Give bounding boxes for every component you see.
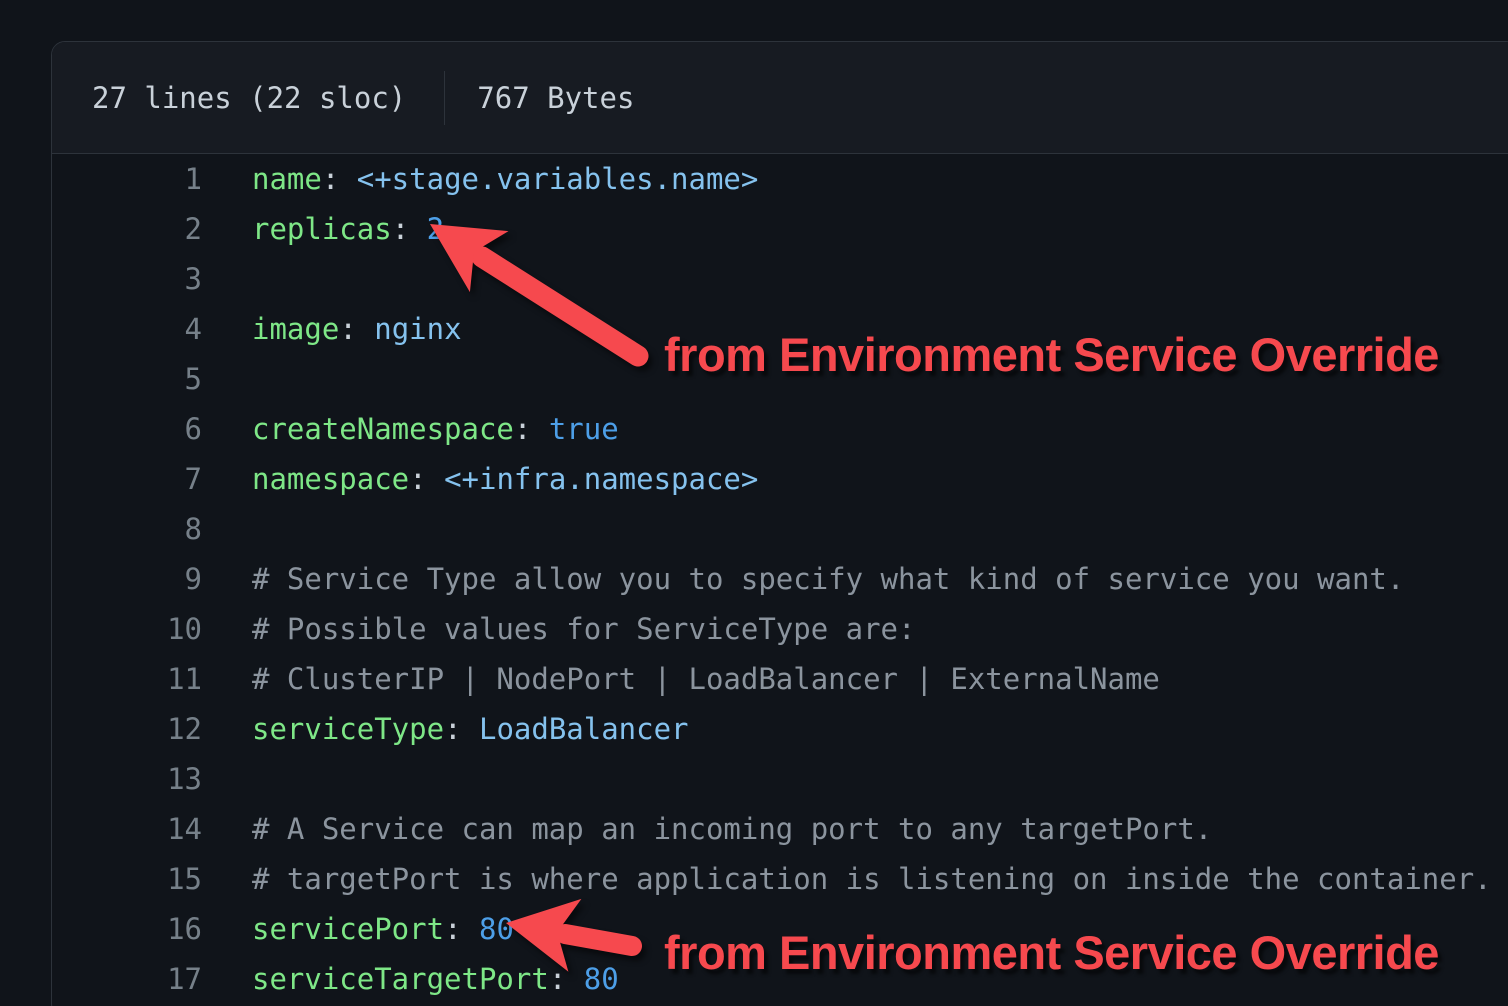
line-number[interactable]: 4 <box>52 304 202 354</box>
code-line-text: # ClusterIP | NodePort | LoadBalancer | … <box>252 654 1160 704</box>
code-line-text: name: <+stage.variables.name> <box>252 154 758 204</box>
file-header: 27 lines (22 sloc) 767 Bytes <box>52 42 1508 154</box>
code-line: 2replicas: 2 <box>52 204 1508 254</box>
code-token: 80 <box>479 912 514 946</box>
code-token: nginx <box>374 312 461 346</box>
code-token: : <box>409 462 444 496</box>
code-token: # targetPort is where application is lis… <box>252 862 1492 896</box>
code-line: 15 # targetPort is where application is l… <box>52 854 1508 904</box>
code-line: 3 <box>52 254 1508 304</box>
code-line-text: serviceType: LoadBalancer <box>252 704 689 754</box>
code-token: # A Service can map an incoming port to … <box>252 812 1212 846</box>
code-line: 1 name: <+stage.variables.name> <box>52 154 1508 204</box>
code-token: LoadBalancer <box>479 712 689 746</box>
code-token: : <box>444 712 479 746</box>
code-token: : <box>322 162 357 196</box>
line-number[interactable]: 13 <box>52 754 202 804</box>
code-token: # Service Type allow you to specify what… <box>252 562 1404 596</box>
code-line-text: # Possible values for ServiceType are: <box>252 604 915 654</box>
line-number[interactable]: 10 <box>52 604 202 654</box>
line-number[interactable]: 9 <box>52 554 202 604</box>
code-token: <+infra.namespace> <box>444 462 758 496</box>
code-line: 10 # Possible values for ServiceType are: <box>52 604 1508 654</box>
code-token: : <box>514 412 549 446</box>
line-number[interactable]: 17 <box>52 954 202 1004</box>
code-token: replicas <box>252 212 392 246</box>
annotation-replicas-override: from Environment Service Override <box>664 331 1439 378</box>
code-token: 2 <box>427 212 444 246</box>
code-token: image <box>252 312 339 346</box>
code-line: 8 <box>52 504 1508 554</box>
code-token: servicePort <box>252 912 444 946</box>
line-number[interactable]: 5 <box>52 354 202 404</box>
code-token: : <box>339 312 374 346</box>
line-number[interactable]: 1 <box>52 154 202 204</box>
code-area: 1name: <+stage.variables.name>2replicas:… <box>52 154 1508 1004</box>
code-token: : <box>549 962 584 996</box>
code-line-text: serviceTargetPort: 80 <box>252 954 619 1004</box>
code-line: 6 createNamespace: true <box>52 404 1508 454</box>
code-token: true <box>549 412 619 446</box>
code-token: serviceTargetPort <box>252 962 549 996</box>
line-number[interactable]: 6 <box>52 404 202 454</box>
code-line: 13 <box>52 754 1508 804</box>
line-number[interactable]: 7 <box>52 454 202 504</box>
lines-info: 27 lines (22 sloc) <box>92 81 406 115</box>
code-line-text: namespace: <+infra.namespace> <box>252 454 758 504</box>
code-line-text: servicePort: 80 <box>252 904 514 954</box>
code-line: 7 namespace: <+infra.namespace> <box>52 454 1508 504</box>
code-token: namespace <box>252 462 409 496</box>
code-token: name <box>252 162 322 196</box>
line-number[interactable]: 15 <box>52 854 202 904</box>
code-line: 12 serviceType: LoadBalancer <box>52 704 1508 754</box>
code-line: 11 # ClusterIP | NodePort | LoadBalancer … <box>52 654 1508 704</box>
line-number[interactable]: 16 <box>52 904 202 954</box>
code-token: : <box>392 212 427 246</box>
line-number[interactable]: 11 <box>52 654 202 704</box>
line-number[interactable]: 14 <box>52 804 202 854</box>
line-number[interactable]: 3 <box>52 254 202 304</box>
line-number[interactable]: 12 <box>52 704 202 754</box>
code-line-text: # A Service can map an incoming port to … <box>252 804 1212 854</box>
code-line-text: replicas: 2 <box>252 204 444 254</box>
code-token: # ClusterIP | NodePort | LoadBalancer | … <box>252 662 1160 696</box>
line-number[interactable]: 2 <box>52 204 202 254</box>
code-line: 9 # Service Type allow you to specify wha… <box>52 554 1508 604</box>
file-size: 767 Bytes <box>477 81 634 115</box>
code-token: 80 <box>584 962 619 996</box>
annotation-service-port-override: from Environment Service Override <box>664 929 1439 976</box>
code-token: <+stage.variables.name> <box>357 162 759 196</box>
file-viewer: 27 lines (22 sloc) 767 Bytes 1 name: <+st… <box>51 41 1508 1006</box>
header-divider <box>444 71 445 125</box>
code-line: 14 # A Service can map an incoming port t… <box>52 804 1508 854</box>
code-token: serviceType <box>252 712 444 746</box>
code-token: createNamespace <box>252 412 514 446</box>
code-line-text: # Service Type allow you to specify what… <box>252 554 1404 604</box>
code-line-text: # targetPort is where application is lis… <box>252 854 1492 904</box>
line-number[interactable]: 8 <box>52 504 202 554</box>
code-token: : <box>444 912 479 946</box>
code-token: # Possible values for ServiceType are: <box>252 612 915 646</box>
code-line-text: createNamespace: true <box>252 404 619 454</box>
code-line-text: image: nginx <box>252 304 462 354</box>
